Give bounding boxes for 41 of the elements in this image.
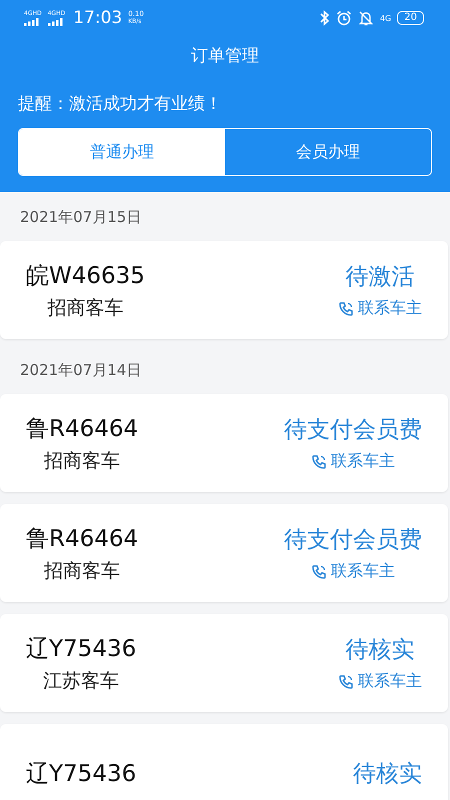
alarm-icon	[336, 10, 352, 26]
phone-icon	[338, 300, 354, 316]
contact-owner-link[interactable]: 联系车主	[331, 451, 395, 472]
order-card[interactable]: 辽Y75436 待核实	[0, 724, 448, 800]
bluetooth-icon	[320, 10, 330, 26]
order-status: 待支付会员费	[284, 416, 422, 445]
order-status: 待核实	[353, 760, 422, 788]
vehicle-type: 招商客车	[44, 448, 120, 474]
muted-bell-icon	[358, 10, 374, 26]
plate-number: 鲁R46464	[26, 414, 138, 444]
tab[interactable]: 会员办理	[225, 129, 431, 175]
plate-number: 辽Y75436	[26, 760, 136, 788]
phone-icon	[311, 454, 327, 470]
signal-icon	[24, 18, 40, 26]
contact-owner-link[interactable]: 联系车主	[358, 671, 422, 692]
tab[interactable]: 普通办理	[19, 129, 225, 175]
network-label: 4G	[380, 14, 392, 22]
phone-icon	[338, 674, 354, 690]
notice-text: 提醒：激活成功才有业绩！	[17, 93, 223, 116]
order-status: 待核实	[346, 636, 414, 665]
clock-time: 17:03	[73, 8, 122, 28]
order-card[interactable]: 鲁R46464 招商客车 待支付会员费 联系车主	[0, 394, 448, 492]
vehicle-type: 招商客车	[47, 296, 124, 320]
battery-icon: 20	[397, 11, 424, 25]
contact-owner-link[interactable]: 联系车主	[331, 561, 395, 582]
order-card[interactable]: 鲁R46464 招商客车 待支付会员费 联系车主	[0, 504, 448, 602]
page-title: 订单管理	[190, 45, 260, 68]
plate-number: 皖W46635	[26, 262, 145, 290]
order-status: 待激活	[346, 263, 414, 292]
contact-owner-link[interactable]: 联系车主	[358, 298, 422, 319]
date-heading: 2021年07月14日	[19, 360, 142, 381]
order-card[interactable]: 皖W46635 招商客车 待激活 联系车主	[0, 241, 448, 339]
plate-number: 辽Y75436	[26, 634, 136, 664]
order-status: 待支付会员费	[284, 526, 422, 555]
vehicle-type: 招商客车	[44, 558, 120, 584]
vehicle-type: 江苏客车	[43, 668, 120, 694]
signal-icon	[48, 18, 64, 26]
plate-number: 鲁R46464	[26, 524, 138, 554]
date-heading: 2021年07月15日	[19, 207, 142, 228]
order-card[interactable]: 辽Y75436 江苏客车 待核实 联系车主	[0, 614, 448, 712]
phone-icon	[311, 564, 327, 580]
